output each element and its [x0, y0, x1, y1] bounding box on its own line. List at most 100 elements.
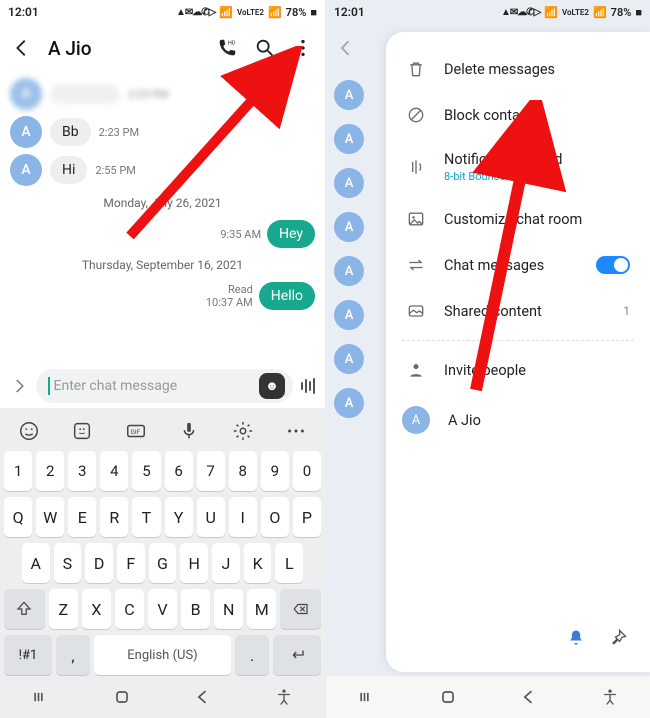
key[interactable]: U [197, 497, 225, 537]
avatar: A [334, 344, 364, 374]
key[interactable]: T [132, 497, 160, 537]
bell-icon[interactable] [566, 628, 586, 648]
key[interactable]: R [100, 497, 128, 537]
status-icons: ▲✉☁✆▷ 📶 VoLTE2 📶 78% ■ [176, 6, 317, 19]
avatar: A [334, 300, 364, 330]
key[interactable]: 9 [261, 451, 289, 491]
avatar: A [10, 78, 42, 110]
screenshot-right: 12:01 ▲✉☁✆▷ 📶 VoLTE2 📶 78% ■ A A A A A A… [325, 0, 650, 718]
kbd-more-icon[interactable] [285, 420, 307, 442]
menu-label: Chat messages [444, 257, 544, 274]
key[interactable]: I [229, 497, 257, 537]
key[interactable]: E [68, 497, 96, 537]
space-key[interactable]: English (US) [94, 635, 231, 675]
key[interactable]: 0 [293, 451, 321, 491]
accessibility-icon[interactable] [274, 687, 294, 707]
backspace-key[interactable] [280, 589, 321, 629]
chat-scroll[interactable]: A 2:23 PM A Bb 2:23 PM A Hi 2:55 PM Mond… [0, 72, 325, 364]
menu-notification-sound[interactable]: Notification sound 8-bit Bounce [386, 138, 650, 196]
menu-delete-messages[interactable]: Delete messages [386, 46, 650, 92]
key[interactable]: P [293, 497, 321, 537]
key[interactable]: X [82, 589, 111, 629]
image-icon [406, 209, 426, 229]
date-divider: Thursday, September 16, 2021 [10, 258, 315, 272]
recents-icon[interactable] [31, 687, 51, 707]
key[interactable]: 4 [100, 451, 128, 491]
key[interactable]: 3 [68, 451, 96, 491]
enter-key[interactable] [273, 635, 321, 675]
key[interactable]: Z [49, 589, 78, 629]
symbols-key[interactable]: !#1 [4, 635, 52, 675]
key[interactable]: 2 [36, 451, 64, 491]
key[interactable]: H [180, 543, 208, 583]
key[interactable]: C [115, 589, 144, 629]
menu-chat-messages-toggle[interactable]: Chat messages [386, 242, 650, 288]
back-nav-icon[interactable] [519, 687, 539, 707]
status-bar: 12:01 ▲✉☁✆▷ 📶 VoLTE2 📶 78% ■ [0, 0, 325, 24]
key[interactable]: W [36, 497, 64, 537]
key[interactable]: L [275, 543, 303, 583]
key[interactable]: G [149, 543, 177, 583]
key[interactable]: 7 [197, 451, 225, 491]
pin-icon[interactable] [608, 628, 628, 648]
key[interactable]: D [85, 543, 113, 583]
soft-keyboard[interactable]: GIF 1234567890 QWERTYUIOP ASDFGHJKL ZXCV… [0, 408, 325, 676]
kbd-row-2: ASDFGHJKL [0, 540, 325, 586]
back-icon[interactable] [10, 36, 34, 60]
period-key[interactable]: . [235, 635, 269, 675]
menu-block-contact[interactable]: Block contact [386, 92, 650, 138]
gear-icon[interactable] [232, 420, 254, 442]
expand-icon[interactable] [10, 377, 28, 395]
key[interactable]: Q [4, 497, 32, 537]
kbd-row-num: 1234567890 [0, 448, 325, 494]
menu-shared-content[interactable]: Shared content 1 [386, 288, 650, 334]
mic-icon[interactable] [178, 420, 200, 442]
key[interactable]: Y [165, 497, 193, 537]
key[interactable]: A [22, 543, 50, 583]
menu-customize-chat[interactable]: Customize chat room [386, 196, 650, 242]
kbd-row-3: ZXCVBNM [0, 586, 325, 632]
voice-wave-icon[interactable] [301, 378, 315, 394]
menu-label: Shared content [444, 303, 542, 320]
key[interactable]: F [117, 543, 145, 583]
home-icon[interactable] [112, 687, 132, 707]
search-icon[interactable] [253, 36, 277, 60]
sticker-icon[interactable]: ☻ [259, 373, 285, 399]
key[interactable]: N [214, 589, 243, 629]
key[interactable]: 5 [132, 451, 160, 491]
emoji-icon[interactable] [18, 420, 40, 442]
key[interactable]: K [244, 543, 272, 583]
back-nav-icon[interactable] [193, 687, 213, 707]
android-nav-bar [326, 676, 650, 718]
shift-key[interactable] [4, 589, 45, 629]
compose-input[interactable] [54, 378, 260, 394]
incoming-message: A Bb 2:23 PM [10, 116, 315, 148]
comma-key[interactable]: , [56, 635, 90, 675]
compose-field[interactable]: ☻ [36, 369, 293, 403]
outgoing-message: 9:35 AM Hey [10, 220, 315, 248]
key[interactable]: O [261, 497, 289, 537]
menu-contact-row[interactable]: A A Jio [386, 393, 650, 447]
status-bar: 12:01 ▲✉☁✆▷ 📶 VoLTE2 📶 78% ■ [326, 0, 650, 24]
key[interactable]: V [148, 589, 177, 629]
key[interactable]: J [212, 543, 240, 583]
toggle-switch[interactable] [596, 256, 630, 274]
recents-icon[interactable] [357, 687, 377, 707]
compose-bar: ☻ [0, 364, 325, 408]
key[interactable]: 8 [229, 451, 257, 491]
key[interactable]: B [181, 589, 210, 629]
android-nav-bar [0, 676, 325, 718]
more-icon[interactable] [291, 36, 315, 60]
home-icon[interactable] [438, 687, 458, 707]
call-icon[interactable]: HD [215, 36, 239, 60]
swap-icon [406, 255, 426, 275]
key[interactable]: S [54, 543, 82, 583]
accessibility-icon[interactable] [600, 687, 620, 707]
key[interactable]: 6 [165, 451, 193, 491]
gif-icon[interactable]: GIF [125, 420, 147, 442]
menu-invite-people[interactable]: Invite people [386, 347, 650, 393]
screenshot-left: 12:01 ▲✉☁✆▷ 📶 VoLTE2 📶 78% ■ A Jio HD [0, 0, 325, 718]
sticker-kbd-icon[interactable] [71, 420, 93, 442]
key[interactable]: M [247, 589, 276, 629]
key[interactable]: 1 [4, 451, 32, 491]
